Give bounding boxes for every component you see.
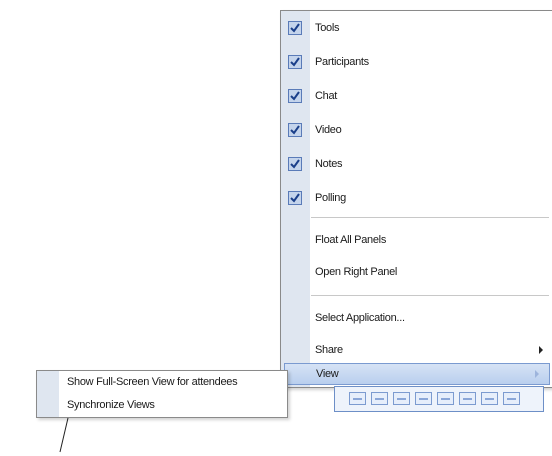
callout-pointer-line — [59, 417, 69, 453]
